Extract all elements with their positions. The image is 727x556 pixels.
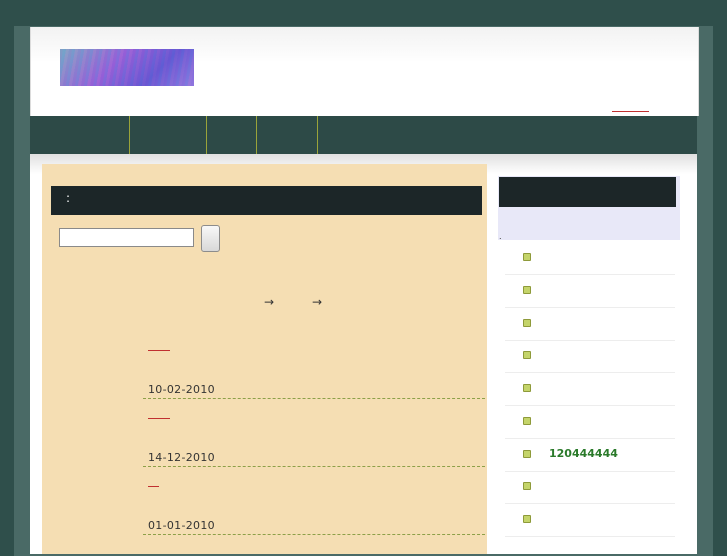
nav-separator [256, 116, 257, 154]
sidebar-mark: . [499, 232, 502, 241]
site-logo[interactable] [60, 49, 194, 86]
main-title: : [66, 191, 71, 205]
nav-separator [206, 116, 207, 154]
nav-separator [129, 116, 130, 154]
pager-arrow[interactable]: → [312, 295, 322, 309]
bullet-icon [523, 450, 531, 458]
post-date: 14-12-2010 [148, 451, 215, 464]
bullet-icon [523, 286, 531, 294]
pager-arrow[interactable]: → [264, 295, 274, 309]
main-title-bar: : [51, 186, 482, 215]
sidebar-item[interactable] [505, 274, 675, 308]
bullet-icon [523, 384, 531, 392]
main-nav [30, 116, 697, 154]
sidebar-item[interactable] [505, 503, 675, 537]
bullet-icon [523, 319, 531, 327]
bullet-icon [523, 482, 531, 490]
post-divider [143, 466, 485, 467]
bullet-icon [523, 351, 531, 359]
main-panel [42, 164, 487, 554]
sidebar-item[interactable] [505, 241, 675, 275]
post-divider [143, 398, 485, 399]
sidebar-item-label[interactable]: 120444444 [549, 447, 618, 460]
bullet-icon [523, 417, 531, 425]
sidebar-item[interactable] [505, 307, 675, 341]
bullet-icon [523, 515, 531, 523]
sidebar-title-bar [499, 177, 676, 207]
bullet-icon [523, 253, 531, 261]
post-title-link[interactable] [148, 486, 159, 487]
header-link[interactable] [612, 111, 649, 112]
site-header [30, 27, 699, 116]
post-date: 10-02-2010 [148, 383, 215, 396]
sidebar-item[interactable] [505, 339, 675, 373]
sidebar-item[interactable]: 120444444 [505, 438, 675, 472]
sidebar-item[interactable] [505, 470, 675, 504]
sidebar-item[interactable] [505, 405, 675, 439]
sidebar-item[interactable] [505, 372, 675, 406]
nav-separator [317, 116, 318, 154]
search-button[interactable] [201, 225, 220, 252]
post-title-link[interactable] [148, 418, 170, 419]
post-date: 01-01-2010 [148, 519, 215, 532]
search-input[interactable] [59, 228, 194, 247]
post-divider [143, 534, 485, 535]
post-title-link[interactable] [148, 350, 170, 351]
